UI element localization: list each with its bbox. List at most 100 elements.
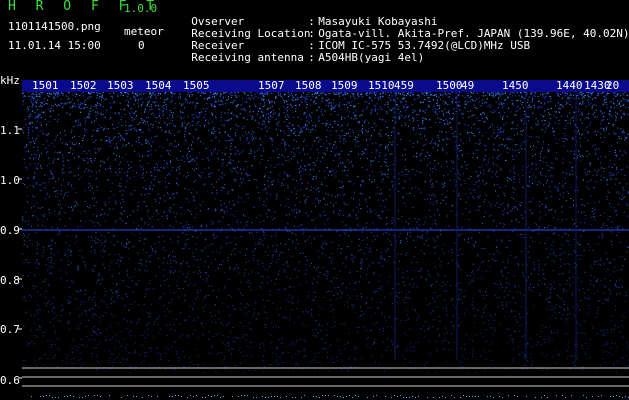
noise-pixel	[610, 347, 612, 348]
noise-pixel	[441, 147, 443, 149]
noise-pixel	[182, 103, 184, 105]
noise-pixel	[369, 208, 371, 210]
noise-pixel	[226, 236, 228, 238]
noise-pixel	[197, 138, 199, 140]
noise-pixel	[313, 219, 314, 221]
noise-pixel	[237, 103, 239, 105]
noise-pixel	[569, 94, 571, 96]
noise-pixel	[489, 215, 490, 217]
noise-pixel	[570, 186, 572, 188]
noise-pixel	[355, 136, 357, 138]
noise-pixel	[436, 237, 438, 239]
noise-pixel	[70, 262, 72, 264]
noise-pixel	[99, 240, 101, 241]
noise-pixel	[452, 298, 453, 300]
noise-pixel	[158, 169, 160, 171]
noise-pixel	[567, 122, 569, 124]
noise-pixel	[378, 145, 380, 147]
noise-pixel	[485, 329, 487, 330]
noise-pixel	[573, 238, 575, 240]
noise-pixel	[62, 172, 64, 174]
noise-pixel	[442, 349, 444, 351]
noise-pixel	[392, 217, 394, 219]
noise-pixel	[242, 135, 244, 137]
noise-pixel	[538, 279, 540, 281]
noise-pixel	[219, 220, 221, 222]
noise-pixel	[33, 186, 34, 188]
noise-pixel	[596, 116, 598, 118]
noise-pixel	[84, 103, 86, 105]
noise-pixel	[405, 104, 407, 105]
noise-pixel	[564, 263, 565, 265]
noise-pixel	[92, 193, 94, 195]
noise-pixel	[333, 148, 335, 150]
noise-pixel	[434, 159, 436, 161]
noise-pixel	[516, 124, 518, 126]
noise-pixel	[97, 113, 99, 115]
noise-pixel	[300, 338, 301, 340]
noise-pixel	[352, 260, 354, 262]
noise-pixel	[282, 317, 284, 319]
noise-pixel	[621, 255, 623, 257]
noise-pixel	[571, 106, 573, 108]
noise-pixel	[405, 154, 406, 155]
noise-pixel	[378, 132, 380, 134]
noise-pixel	[135, 342, 137, 344]
noise-pixel	[451, 128, 453, 130]
noise-pixel	[479, 205, 481, 207]
noise-pixel	[96, 216, 97, 218]
noise-pixel	[616, 214, 618, 216]
noise-pixel	[604, 101, 606, 103]
noise-pixel	[60, 138, 61, 140]
noise-pixel	[366, 101, 368, 103]
noise-pixel	[594, 292, 596, 294]
noise-pixel	[540, 173, 541, 175]
noise-pixel	[208, 275, 210, 277]
noise-pixel	[510, 111, 512, 113]
noise-pixel	[155, 149, 157, 151]
noise-pixel	[496, 297, 498, 299]
noise-pixel	[195, 129, 197, 131]
noise-pixel	[204, 304, 206, 306]
noise-pixel	[196, 191, 198, 193]
noise-pixel	[332, 160, 334, 161]
noise-pixel	[148, 143, 150, 145]
noise-pixel	[63, 165, 65, 166]
noise-pixel	[600, 156, 602, 158]
noise-pixel	[404, 109, 406, 111]
noise-pixel	[523, 141, 525, 143]
noise-pixel	[97, 128, 99, 129]
noise-pixel	[398, 92, 400, 94]
noise-pixel	[291, 158, 293, 160]
noise-pixel	[45, 123, 47, 125]
noise-pixel	[87, 206, 89, 207]
noise-pixel	[78, 178, 80, 180]
noise-pixel	[22, 182, 24, 184]
noise-pixel	[507, 246, 509, 248]
noise-pixel	[428, 340, 430, 342]
noise-pixel	[471, 236, 473, 238]
noise-pixel	[405, 310, 407, 312]
noise-pixel	[39, 154, 40, 156]
noise-pixel	[261, 111, 263, 113]
noise-pixel	[178, 359, 180, 361]
noise-pixel	[51, 240, 53, 242]
noise-pixel	[221, 186, 223, 188]
noise-pixel	[557, 95, 559, 97]
noise-pixel	[79, 322, 81, 324]
noise-pixel	[310, 131, 312, 133]
noise-pixel	[102, 256, 104, 258]
noise-pixel	[131, 280, 133, 282]
noise-pixel	[28, 234, 30, 235]
noise-pixel	[238, 95, 240, 97]
noise-pixel	[439, 131, 440, 133]
noise-pixel	[142, 172, 144, 174]
noise-pixel	[558, 354, 559, 356]
noise-pixel	[379, 98, 381, 100]
noise-pixel	[542, 157, 544, 159]
noise-pixel	[271, 92, 273, 94]
noise-pixel	[445, 119, 447, 121]
noise-pixel	[621, 100, 623, 102]
noise-pixel	[324, 110, 326, 112]
noise-pixel	[126, 358, 128, 360]
